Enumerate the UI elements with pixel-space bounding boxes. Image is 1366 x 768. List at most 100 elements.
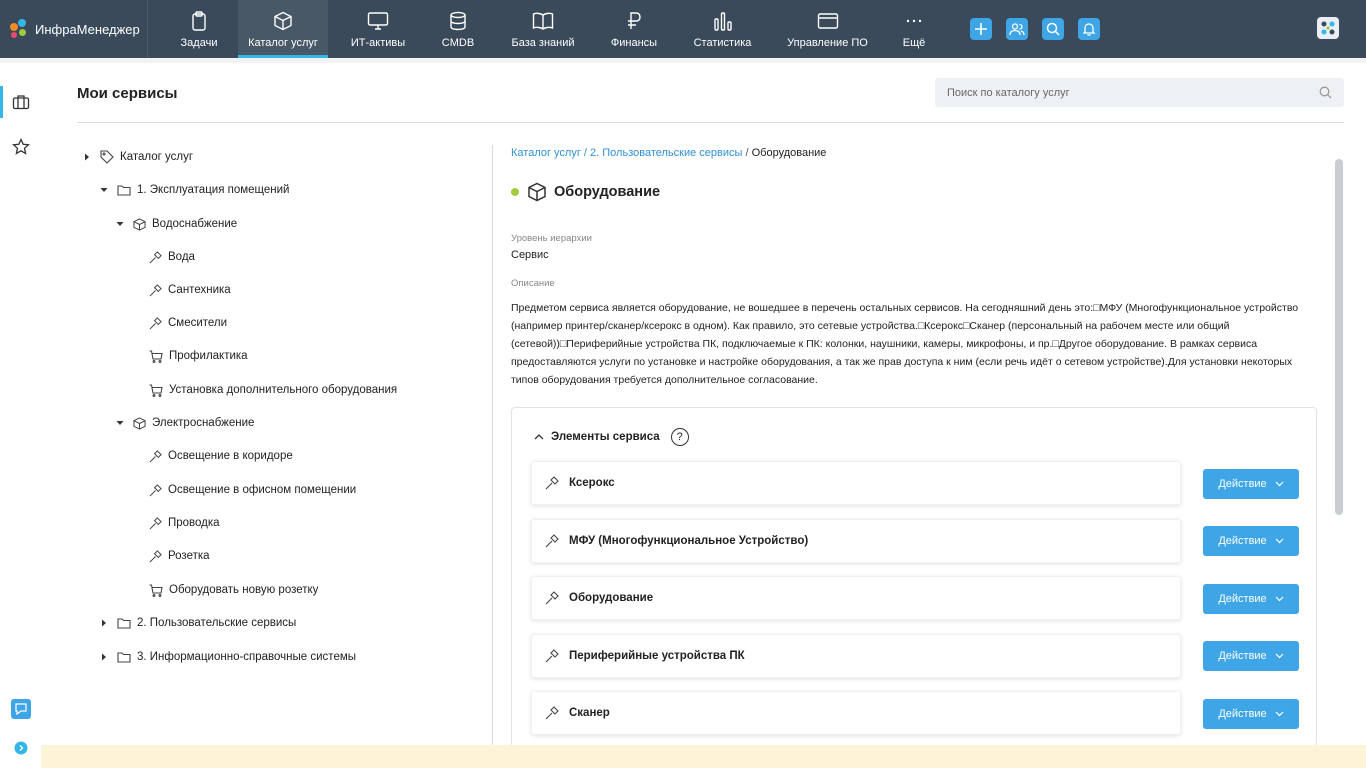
tree-leaf[interactable]: Сантехника [149, 280, 231, 300]
service-title: Оборудование [554, 184, 661, 200]
hierarchy-level-label: Уровень иерархии [511, 233, 592, 244]
caret-right-icon[interactable] [99, 619, 109, 627]
tree-leaf[interactable]: Освещение в офисном помещении [149, 480, 356, 500]
caret-down-icon[interactable] [99, 187, 109, 193]
service-element-row[interactable]: Ксерокс [531, 461, 1181, 505]
cart-icon [149, 383, 163, 397]
nav-label: Управление ПО [787, 37, 868, 49]
service-element-row[interactable]: Сканер [531, 691, 1181, 735]
book-icon [532, 12, 554, 30]
folder-icon [117, 184, 131, 196]
main-content: Мои сервисы Каталог услуг 1. Эксплуатаци… [41, 63, 1366, 768]
nav-label: Статистика [693, 37, 752, 49]
detail-scrollbar[interactable] [1335, 159, 1343, 739]
tree-leaf[interactable]: Смесители [149, 313, 227, 333]
global-search-button[interactable] [1042, 18, 1064, 40]
bell-icon [1082, 23, 1096, 36]
bar-chart-icon [713, 12, 732, 31]
hierarchy-level-value: Сервис [511, 249, 549, 261]
chevron-up-icon[interactable] [534, 433, 544, 441]
chevron-right-circle-icon [14, 741, 27, 755]
cube-icon [133, 217, 146, 231]
more-dots-icon [906, 19, 922, 23]
notifications-button[interactable] [1078, 18, 1100, 40]
breadcrumb-user-services[interactable]: 2. Пользовательские сервисы [590, 147, 742, 159]
action-dropdown-button[interactable]: Действие [1203, 584, 1299, 614]
search-icon[interactable] [1319, 86, 1332, 99]
header-divider [77, 122, 1344, 123]
breadcrumb-catalog[interactable]: Каталог услуг [511, 147, 581, 159]
nav-tasks[interactable]: Задачи [160, 0, 238, 58]
nav-label: ИТ-активы [350, 37, 406, 49]
tree-node-1-1[interactable]: Водоснабжение [115, 214, 237, 234]
service-element-name: МФУ (Многофункциональное Устройство) [569, 535, 809, 547]
left-rail [0, 63, 41, 768]
rail-services[interactable] [0, 84, 41, 120]
users-button[interactable] [1006, 18, 1028, 40]
caret-down-icon[interactable] [115, 221, 125, 227]
tree-leaf[interactable]: Вода [149, 247, 195, 267]
tree-leaf[interactable]: Установка дополнительного оборудования [149, 380, 397, 400]
folder-icon [117, 651, 131, 663]
tree-node-label: Вода [168, 251, 195, 263]
logo-icon [10, 19, 30, 39]
folder-icon [117, 617, 131, 629]
tree-node-1-2[interactable]: Электроснабжение [115, 413, 254, 433]
tree-node-label: Смесители [168, 317, 228, 329]
scrollbar-thumb[interactable] [1335, 159, 1343, 515]
user-avatar[interactable] [1317, 17, 1339, 39]
tree-leaf[interactable]: Проводка [149, 513, 220, 533]
service-element-row[interactable]: МФУ (Многофункциональное Устройство) [531, 519, 1181, 563]
top-actions [970, 18, 1100, 40]
tree-node-label: 2. Пользовательские сервисы [137, 617, 297, 629]
caret-right-icon[interactable] [82, 153, 92, 161]
feedback-icon [10, 699, 31, 719]
chevron-down-icon [1275, 481, 1284, 487]
tree-node-1[interactable]: 1. Эксплуатация помещений [99, 180, 289, 200]
nav-knowledge-base[interactable]: База знаний [488, 0, 598, 58]
hammer-icon [149, 283, 162, 297]
tree-node-label: Водоснабжение [152, 218, 238, 230]
rail-expand[interactable] [0, 730, 41, 766]
service-elements-header[interactable]: Элементы сервиса ? [534, 428, 689, 446]
tree-node-3[interactable]: 3. Информационно-справочные системы [99, 647, 356, 667]
catalog-search-input[interactable] [947, 86, 1317, 99]
nav-catalog[interactable]: Каталог услуг [238, 0, 328, 58]
briefcase-icon [12, 95, 29, 110]
help-icon[interactable]: ? [670, 428, 689, 446]
tree-node-label: Проводка [168, 517, 220, 529]
service-element-row[interactable]: Оборудование [531, 576, 1181, 620]
tag-icon [100, 150, 114, 164]
nav-finance[interactable]: Финансы [598, 0, 670, 58]
cart-icon [149, 349, 163, 363]
action-dropdown-button[interactable]: Действие [1203, 526, 1299, 556]
action-dropdown-button[interactable]: Действие [1203, 469, 1299, 499]
caret-down-icon[interactable] [115, 420, 125, 426]
tree-leaf[interactable]: Профилактика [149, 346, 248, 366]
nav-label: Ещё [902, 37, 926, 49]
tree-node-label: Каталог услуг [120, 151, 194, 163]
action-dropdown-button[interactable]: Действие [1203, 699, 1299, 729]
main-nav: Задачи Каталог услуг ИТ-активы CMDB База… [160, 0, 948, 58]
service-element-row[interactable]: Периферийные устройства ПК [531, 634, 1181, 678]
add-button[interactable] [970, 18, 992, 40]
tree-node-root[interactable]: Каталог услуг [82, 147, 193, 167]
pane-divider [492, 145, 493, 745]
caret-right-icon[interactable] [99, 653, 109, 661]
nav-it-assets[interactable]: ИТ-активы [328, 0, 428, 58]
app-logo[interactable]: ИнфраМенеджер [0, 0, 148, 58]
tree-leaf[interactable]: Розетка [149, 546, 210, 566]
tree-leaf[interactable]: Оборудовать новую розетку [149, 580, 318, 600]
nav-more[interactable]: Ещё [880, 0, 948, 58]
nav-cmdb[interactable]: CMDB [428, 0, 488, 58]
description-label: Описание [511, 278, 555, 289]
rail-favorites[interactable] [0, 129, 41, 165]
rail-feedback[interactable] [0, 691, 41, 727]
nav-software[interactable]: Управление ПО [775, 0, 880, 58]
nav-statistics[interactable]: Статистика [670, 0, 775, 58]
action-button-label: Действие [1218, 650, 1267, 662]
tree-node-2[interactable]: 2. Пользовательские сервисы [99, 613, 296, 633]
tree-leaf[interactable]: Освещение в коридоре [149, 446, 293, 466]
breadcrumb-separator: / [745, 147, 749, 159]
action-dropdown-button[interactable]: Действие [1203, 641, 1299, 671]
